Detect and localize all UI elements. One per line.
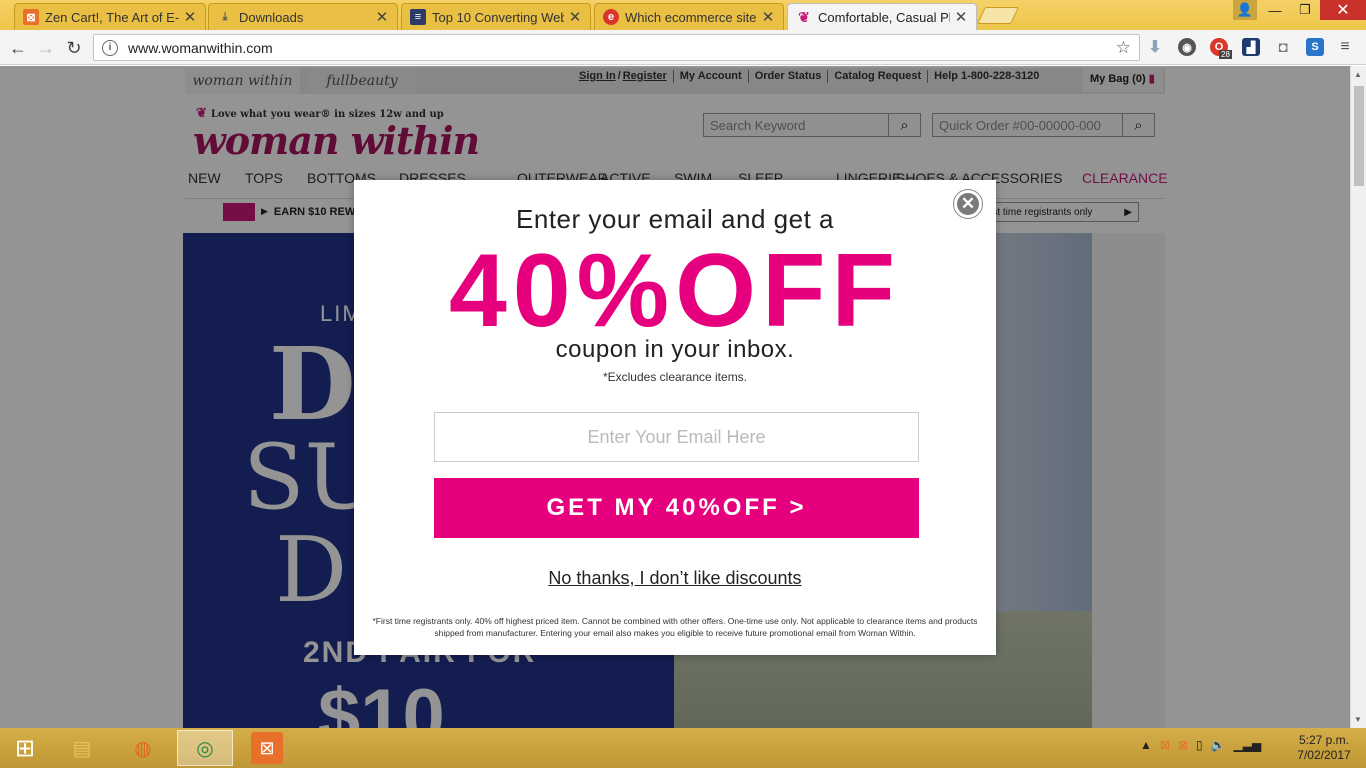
close-window-button[interactable]: ✕ <box>1320 0 1366 20</box>
menu-icon[interactable]: ≡ <box>1336 38 1354 56</box>
clock-time: 5:27 p.m. <box>1298 733 1350 747</box>
minimize-button[interactable]: — <box>1260 0 1290 20</box>
tray-expand-icon[interactable]: ▲ <box>1140 738 1152 752</box>
scroll-up-icon[interactable]: ▲ <box>1354 70 1362 79</box>
address-bar[interactable]: i www.womanwithin.com ☆ <box>93 34 1140 61</box>
decline-link[interactable]: No thanks, I don’t like discounts <box>354 568 996 589</box>
close-tab-icon[interactable]: ✕ <box>568 8 582 26</box>
maximize-button[interactable]: ❐ <box>1290 0 1320 20</box>
modal-offer: 40%OFF <box>448 233 902 349</box>
file-explorer-icon[interactable]: ▤ <box>54 730 110 766</box>
camera-extension-icon[interactable]: ◘ <box>1274 38 1292 56</box>
tab-title: Zen Cart!, The Art of E-co <box>45 9 179 25</box>
network-icon[interactable]: ▁▃▅ <box>1234 738 1262 752</box>
e-icon: e <box>603 9 619 25</box>
volume-icon[interactable]: 🔈 <box>1211 738 1226 752</box>
tab-title: Comfortable, Casual Plus <box>818 9 950 25</box>
xampp-tray-icon[interactable]: ⊠ <box>1160 738 1170 752</box>
chrome-icon[interactable]: ◎ <box>177 730 233 766</box>
fine-print: *First time registrants only. 40% off hi… <box>372 616 978 638</box>
xampp-icon[interactable]: ⊠ <box>251 732 283 764</box>
page-icon: ≡ <box>410 9 426 25</box>
tab-zen-cart[interactable]: ⊠ Zen Cart!, The Art of E-co ✕ <box>14 3 206 30</box>
email-input[interactable]: Enter Your Email Here <box>434 412 919 462</box>
new-tab-button[interactable] <box>977 7 1019 24</box>
bookmark-star-icon[interactable]: ☆ <box>1116 38 1131 58</box>
tab-top-10[interactable]: ≡ Top 10 Converting Webs ✕ <box>401 3 591 30</box>
close-tab-icon[interactable]: ✕ <box>375 8 389 26</box>
tab-title: Top 10 Converting Webs <box>432 9 564 25</box>
browser-tab-strip: ⊠ Zen Cart!, The Art of E-co ✕ ⤓ Downloa… <box>0 0 1366 30</box>
modal-headline: Enter your email and get a <box>516 204 834 234</box>
globe-extension-icon[interactable]: ◉ <box>1178 38 1196 56</box>
chart-extension-icon[interactable]: ▟ <box>1242 38 1260 56</box>
firefox-icon[interactable]: ◍ <box>115 730 171 766</box>
clock-date: 7/02/2017 <box>1297 748 1351 762</box>
close-tab-icon[interactable]: ✕ <box>761 8 775 26</box>
get-offer-button[interactable]: GET MY 40%OFF > <box>434 478 919 538</box>
taskbar: ⊞ ▤ ◍ ◎ ⊠ ▲ ⊠ ⊠ ▯ 🔈 ▁▃▅ 5:27 p.m. 7/02/2… <box>0 728 1366 768</box>
tab-ecommerce[interactable]: e Which ecommerce sites a ✕ <box>594 3 784 30</box>
tab-woman-within[interactable]: ❦ Comfortable, Casual Plus ✕ <box>787 3 977 30</box>
email-signup-modal: ✕ Enter your email and get a 40%OFF coup… <box>354 180 996 655</box>
modal-exclusion: *Excludes clearance items. <box>602 370 748 384</box>
web-page: woman within fullbeauty Sign In / Regist… <box>0 66 1350 728</box>
tab-title: Which ecommerce sites a <box>625 9 757 25</box>
download-extension-icon[interactable]: ⬇ <box>1146 38 1164 56</box>
close-tab-icon[interactable]: ✕ <box>183 8 197 26</box>
tab-title: Downloads <box>239 9 304 25</box>
womanwithin-icon: ❦ <box>798 8 810 25</box>
reload-icon[interactable]: ↻ <box>63 37 85 59</box>
user-icon[interactable]: 👤 <box>1233 0 1257 20</box>
scroll-down-icon[interactable]: ▼ <box>1354 715 1362 724</box>
info-icon[interactable]: i <box>102 39 118 56</box>
system-tray: ▲ ⊠ ⊠ ▯ 🔈 ▁▃▅ <box>1140 738 1261 752</box>
back-arrow-icon[interactable]: ← <box>7 37 29 59</box>
modal-subhead: coupon in your inbox. <box>555 336 795 363</box>
extension-badge: 28 <box>1219 50 1232 59</box>
forward-arrow-icon[interactable]: → <box>35 37 57 59</box>
device-icon[interactable]: ▯ <box>1196 738 1203 752</box>
s-extension-icon[interactable]: S <box>1306 38 1324 56</box>
scroll-thumb[interactable] <box>1354 86 1364 186</box>
page-scrollbar[interactable]: ▲ ▼ <box>1350 66 1366 728</box>
windows-start-icon[interactable]: ⊞ <box>0 730 50 766</box>
zencart-icon: ⊠ <box>23 9 39 25</box>
url-text: www.womanwithin.com <box>128 39 273 56</box>
tab-downloads[interactable]: ⤓ Downloads ✕ <box>208 3 398 30</box>
xampp-tray-icon-2[interactable]: ⊠ <box>1178 738 1188 752</box>
close-tab-icon[interactable]: ✕ <box>954 8 968 26</box>
browser-toolbar: ← → ↻ i www.womanwithin.com ☆ ⬇ ◉ O 28 ▟… <box>0 30 1366 65</box>
download-icon: ⤓ <box>222 10 228 23</box>
clock[interactable]: 5:27 p.m. 7/02/2017 <box>1284 733 1364 763</box>
